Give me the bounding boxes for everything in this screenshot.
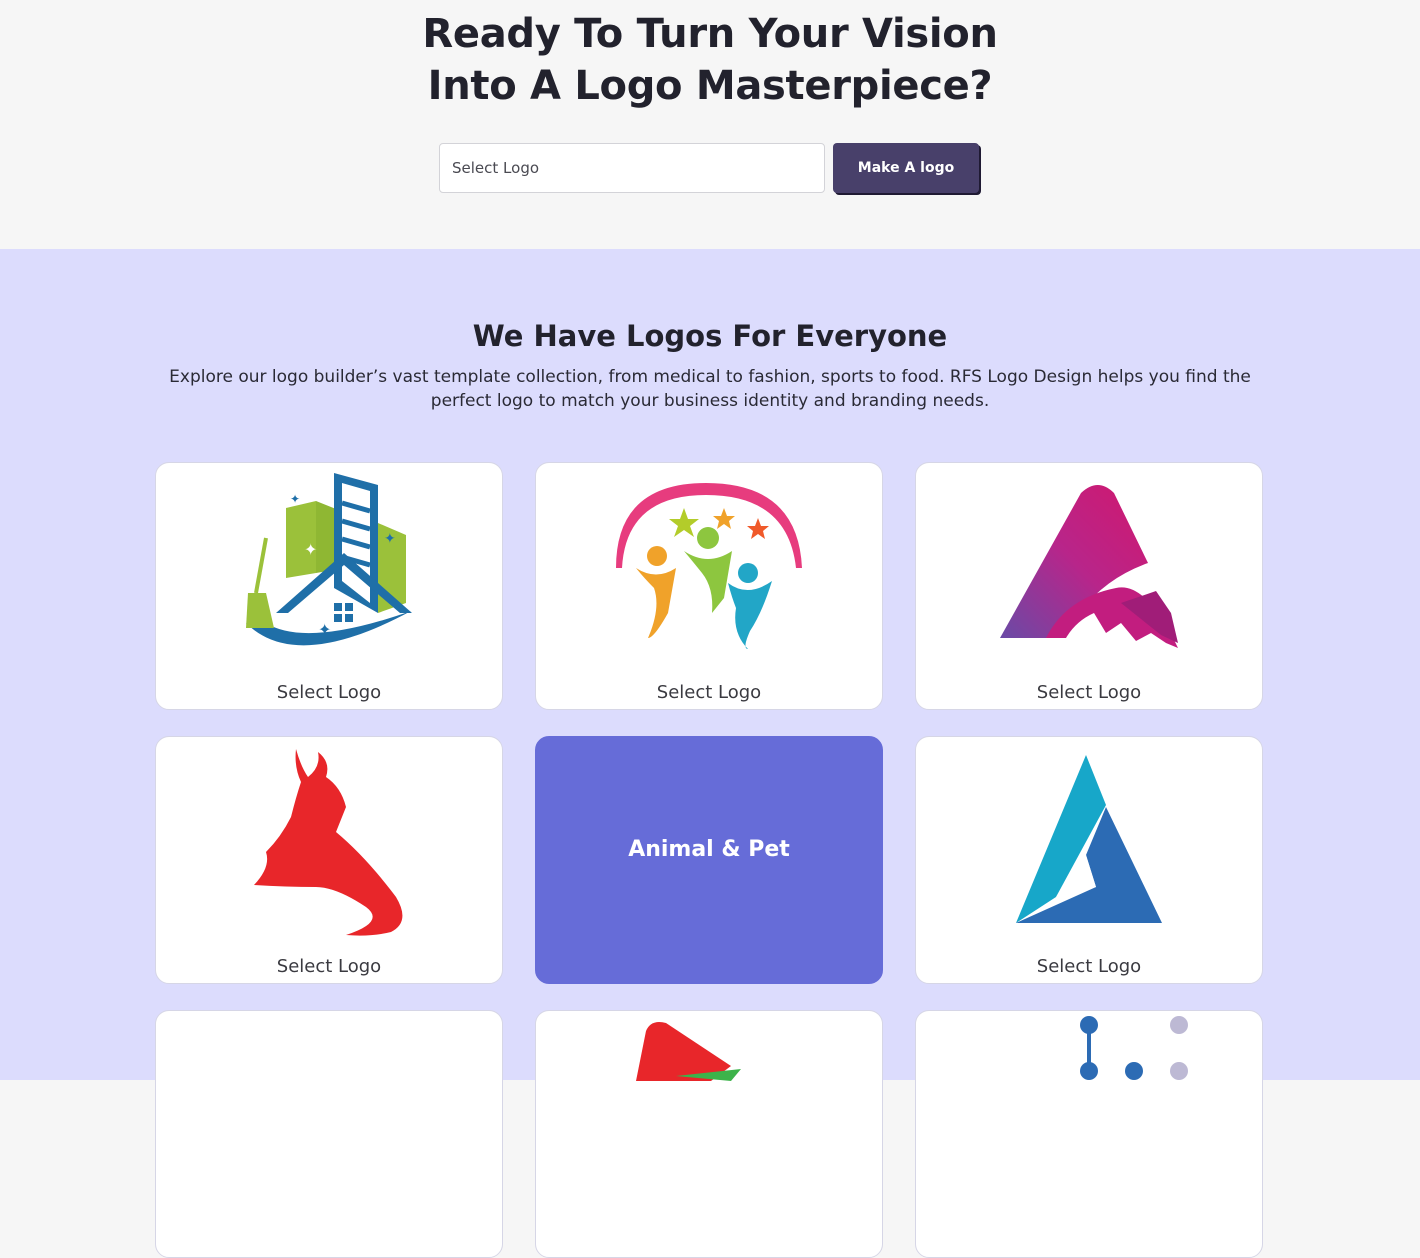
make-logo-button[interactable]: Make A logo — [833, 143, 979, 193]
hero-title-line2: Into A Logo Masterpiece? — [427, 63, 993, 109]
card-label: Select Logo — [276, 682, 382, 703]
logo-card-people[interactable]: Select Logo — [535, 462, 883, 710]
logo-select-input[interactable] — [439, 143, 825, 193]
people-celebration-icon — [616, 483, 802, 649]
svg-text:✦: ✦ — [290, 492, 300, 506]
catalog-description: Explore our logo builder’s vast template… — [169, 367, 1251, 411]
card-label: Select Logo — [276, 956, 382, 977]
dots-network-icon — [1080, 1016, 1188, 1080]
svg-text:✦: ✦ — [384, 531, 396, 547]
svg-text:✦: ✦ — [304, 540, 317, 559]
hero-title: Ready To Turn Your Vision Into A Logo Ma… — [0, 8, 1420, 112]
hero-section: Ready To Turn Your Vision Into A Logo Ma… — [0, 0, 1420, 249]
logo-card-letter-a[interactable]: Select Logo — [915, 462, 1263, 710]
card-label: Select Logo — [1036, 956, 1142, 977]
category-card-animal-pet[interactable]: Animal & Pet — [535, 736, 883, 984]
logo-card-row3-left[interactable] — [155, 1010, 503, 1258]
triangle-a-icon — [1016, 755, 1162, 923]
logo-search-row: Make A logo — [439, 143, 979, 193]
svg-text:✦: ✦ — [318, 620, 331, 639]
logo-card-play[interactable] — [535, 1010, 883, 1258]
logo-card-cleaning[interactable]: ✦ ✦ ✦ ✦ Select Logo — [155, 462, 503, 710]
catalog-heading: We Have Logos For Everyone — [472, 319, 948, 353]
category-title: Animal & Pet — [628, 837, 790, 862]
card-label: Select Logo — [656, 682, 762, 703]
play-arrow-icon — [636, 1022, 741, 1081]
fashion-dress-icon — [254, 749, 403, 936]
logo-catalog-section: We Have Logos For Everyone Explore our l… — [0, 249, 1420, 1258]
card-label: Select Logo — [1036, 682, 1142, 703]
logo-card-fashion[interactable]: Select Logo — [155, 736, 503, 984]
logo-card-triangle[interactable]: Select Logo — [915, 736, 1263, 984]
cleaning-house-icon: ✦ ✦ ✦ ✦ — [246, 473, 412, 646]
hero-title-line1: Ready To Turn Your Vision — [422, 11, 998, 57]
logo-card-dots[interactable] — [915, 1010, 1263, 1258]
letter-a-brush-icon — [1000, 485, 1178, 648]
